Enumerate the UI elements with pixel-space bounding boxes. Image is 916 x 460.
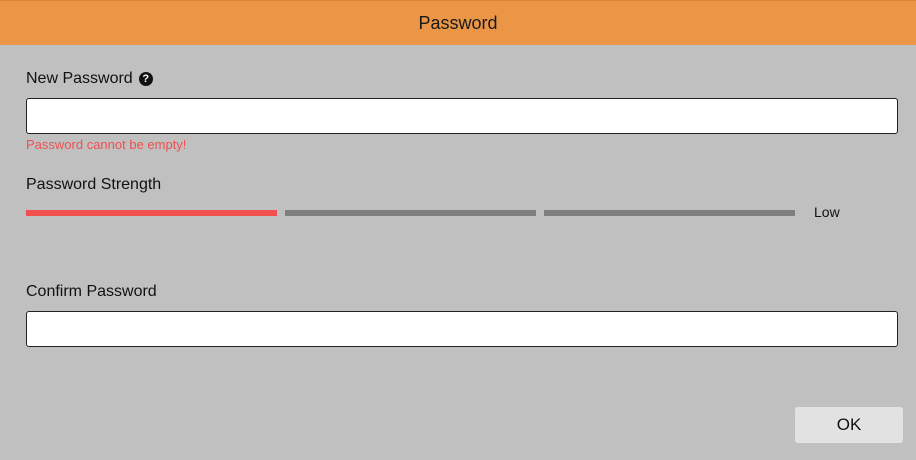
password-dialog: Password New Password? Password cannot b… xyxy=(0,0,916,460)
new-password-label-row: New Password? xyxy=(26,69,153,89)
dialog-header: Password xyxy=(0,0,916,45)
strength-segment-2 xyxy=(285,210,536,216)
question-circle-icon[interactable]: ? xyxy=(138,72,153,86)
confirm-password-label: Confirm Password xyxy=(26,283,157,300)
strength-segment-3 xyxy=(544,210,795,216)
strength-segment-1 xyxy=(26,210,277,216)
new-password-input[interactable] xyxy=(26,98,898,134)
ok-button[interactable]: OK xyxy=(795,407,903,443)
dialog-title: Password xyxy=(418,12,498,33)
password-strength-label: Password Strength xyxy=(26,176,162,193)
new-password-label: New Password xyxy=(26,70,133,87)
new-password-error: Password cannot be empty! xyxy=(26,137,187,152)
strength-level-text: Low xyxy=(814,204,840,220)
confirm-password-input[interactable] xyxy=(26,311,898,347)
